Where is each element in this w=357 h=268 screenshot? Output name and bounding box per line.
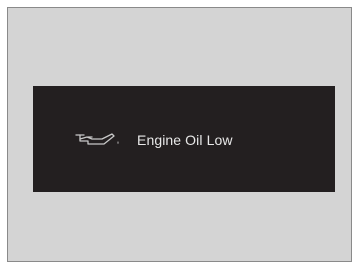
warning-message-panel: Engine Oil Low [33,86,335,192]
warning-message-text: Engine Oil Low [137,132,233,148]
oil-can-icon [75,133,119,145]
display-frame: Engine Oil Low [7,7,352,262]
